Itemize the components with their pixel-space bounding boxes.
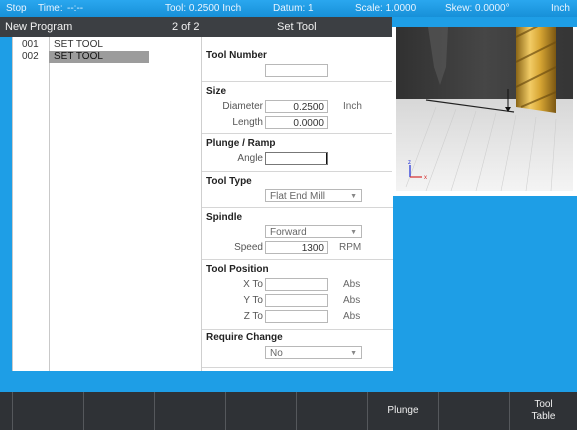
program-step-list[interactable]: 001 SET TOOL 002 SET TOOL <box>12 37 202 371</box>
require-change-title: Require Change <box>206 332 283 343</box>
require-change-value: No <box>270 348 283 359</box>
diameter-field[interactable]: 0.2500 <box>265 100 328 113</box>
z-to-field[interactable] <box>265 310 328 323</box>
x-to-unit: Abs <box>343 279 361 290</box>
softkey-bar: Plunge Tool Table <box>0 392 577 430</box>
size-title: Size <box>206 86 227 97</box>
status-units: Inch <box>551 3 570 14</box>
tool-number-field[interactable] <box>265 64 328 77</box>
tool-number-section: Tool Number <box>202 37 393 82</box>
require-change-section: Require Change No ▼ <box>202 329 393 368</box>
softkey-7[interactable] <box>438 392 509 430</box>
x-to-label: X To <box>243 279 263 290</box>
softkey-5[interactable] <box>296 392 367 430</box>
diameter-label: Diameter <box>222 101 263 112</box>
tool-position-title: Tool Position <box>206 264 269 275</box>
z-to-unit: Abs <box>343 311 361 322</box>
chevron-down-icon: ▼ <box>350 229 357 236</box>
length-label: Length <box>232 117 263 128</box>
text-caret <box>326 153 327 164</box>
status-time-value: --:-- <box>67 3 84 14</box>
status-scale: Scale: 1.0000 <box>355 3 417 14</box>
status-mode: Stop <box>6 3 27 14</box>
plunge-ramp-section: Plunge / Ramp Angle <box>202 133 393 172</box>
chevron-down-icon: ▼ <box>350 350 357 357</box>
y-to-label: Y To <box>243 295 263 306</box>
softkey-2[interactable] <box>83 392 154 430</box>
step-label: SET TOOL <box>54 39 103 50</box>
step-label: SET TOOL <box>49 51 149 63</box>
x-axis-label: x <box>424 175 427 181</box>
set-tool-form: Tool Number Size Diameter 0.2500 Inch Le… <box>201 37 393 371</box>
spindle-section: Spindle Forward ▼ Speed 1300 RPM <box>202 207 393 260</box>
status-skew: Skew: 0.0000° <box>445 3 510 14</box>
step-number-column <box>13 37 50 371</box>
spindle-direction-dropdown[interactable]: Forward ▼ <box>265 225 362 238</box>
spindle-direction-value: Forward <box>270 227 307 238</box>
status-datum: Datum: 1 <box>273 3 314 14</box>
tool-table-softkey[interactable]: Tool Table <box>509 392 577 430</box>
list-item[interactable]: 001 SET TOOL <box>13 39 202 51</box>
step-number: 002 <box>22 51 39 62</box>
status-tool: Tool: 0.2500 Inch <box>165 3 242 14</box>
tool-type-section: Tool Type Flat End Mill ▼ <box>202 171 393 208</box>
diameter-unit: Inch <box>343 101 362 112</box>
x-to-field[interactable] <box>265 278 328 291</box>
status-bar: Stop Time: --:-- Tool: 0.2500 Inch Datum… <box>0 0 577 17</box>
tool-preview-panel: z x <box>392 27 577 196</box>
program-name: New Program <box>5 21 73 33</box>
y-to-unit: Abs <box>343 295 361 306</box>
section-title: Set Tool <box>277 21 317 33</box>
z-axis-label: z <box>408 160 411 166</box>
plunge-softkey[interactable]: Plunge <box>367 392 438 430</box>
angle-field[interactable] <box>265 152 328 165</box>
tool-type-value: Flat End Mill <box>270 191 326 202</box>
length-field[interactable]: 0.0000 <box>265 116 328 129</box>
speed-label: Speed <box>234 242 263 253</box>
speed-field[interactable]: 1300 <box>265 241 328 254</box>
size-section: Size Diameter 0.2500 Inch Length 0.0000 <box>202 81 393 134</box>
program-title-bar: New Program 2 of 2 Set Tool <box>0 17 392 37</box>
softkey-1[interactable] <box>12 392 83 430</box>
z-to-label: Z To <box>243 311 263 322</box>
require-change-dropdown[interactable]: No ▼ <box>265 346 362 359</box>
status-time-label: Time: <box>38 3 63 14</box>
softkey-3[interactable] <box>154 392 225 430</box>
tool-type-title: Tool Type <box>206 176 252 187</box>
list-item-selected[interactable]: 002 SET TOOL <box>13 51 202 63</box>
step-number: 001 <box>22 39 39 50</box>
tool-preview-image: z x <box>396 27 573 191</box>
speed-unit: RPM <box>339 242 362 253</box>
tool-type-dropdown[interactable]: Flat End Mill ▼ <box>265 189 362 202</box>
page-indicator: 2 of 2 <box>172 21 200 33</box>
y-to-field[interactable] <box>265 294 328 307</box>
tool-position-section: Tool Position X To Abs Y To Abs Z To Abs <box>202 259 393 330</box>
plunge-ramp-title: Plunge / Ramp <box>206 138 276 149</box>
spindle-title: Spindle <box>206 212 243 223</box>
softkey-4[interactable] <box>225 392 296 430</box>
chevron-down-icon: ▼ <box>350 193 357 200</box>
tool-number-title: Tool Number <box>206 50 267 61</box>
angle-label: Angle <box>237 153 263 164</box>
